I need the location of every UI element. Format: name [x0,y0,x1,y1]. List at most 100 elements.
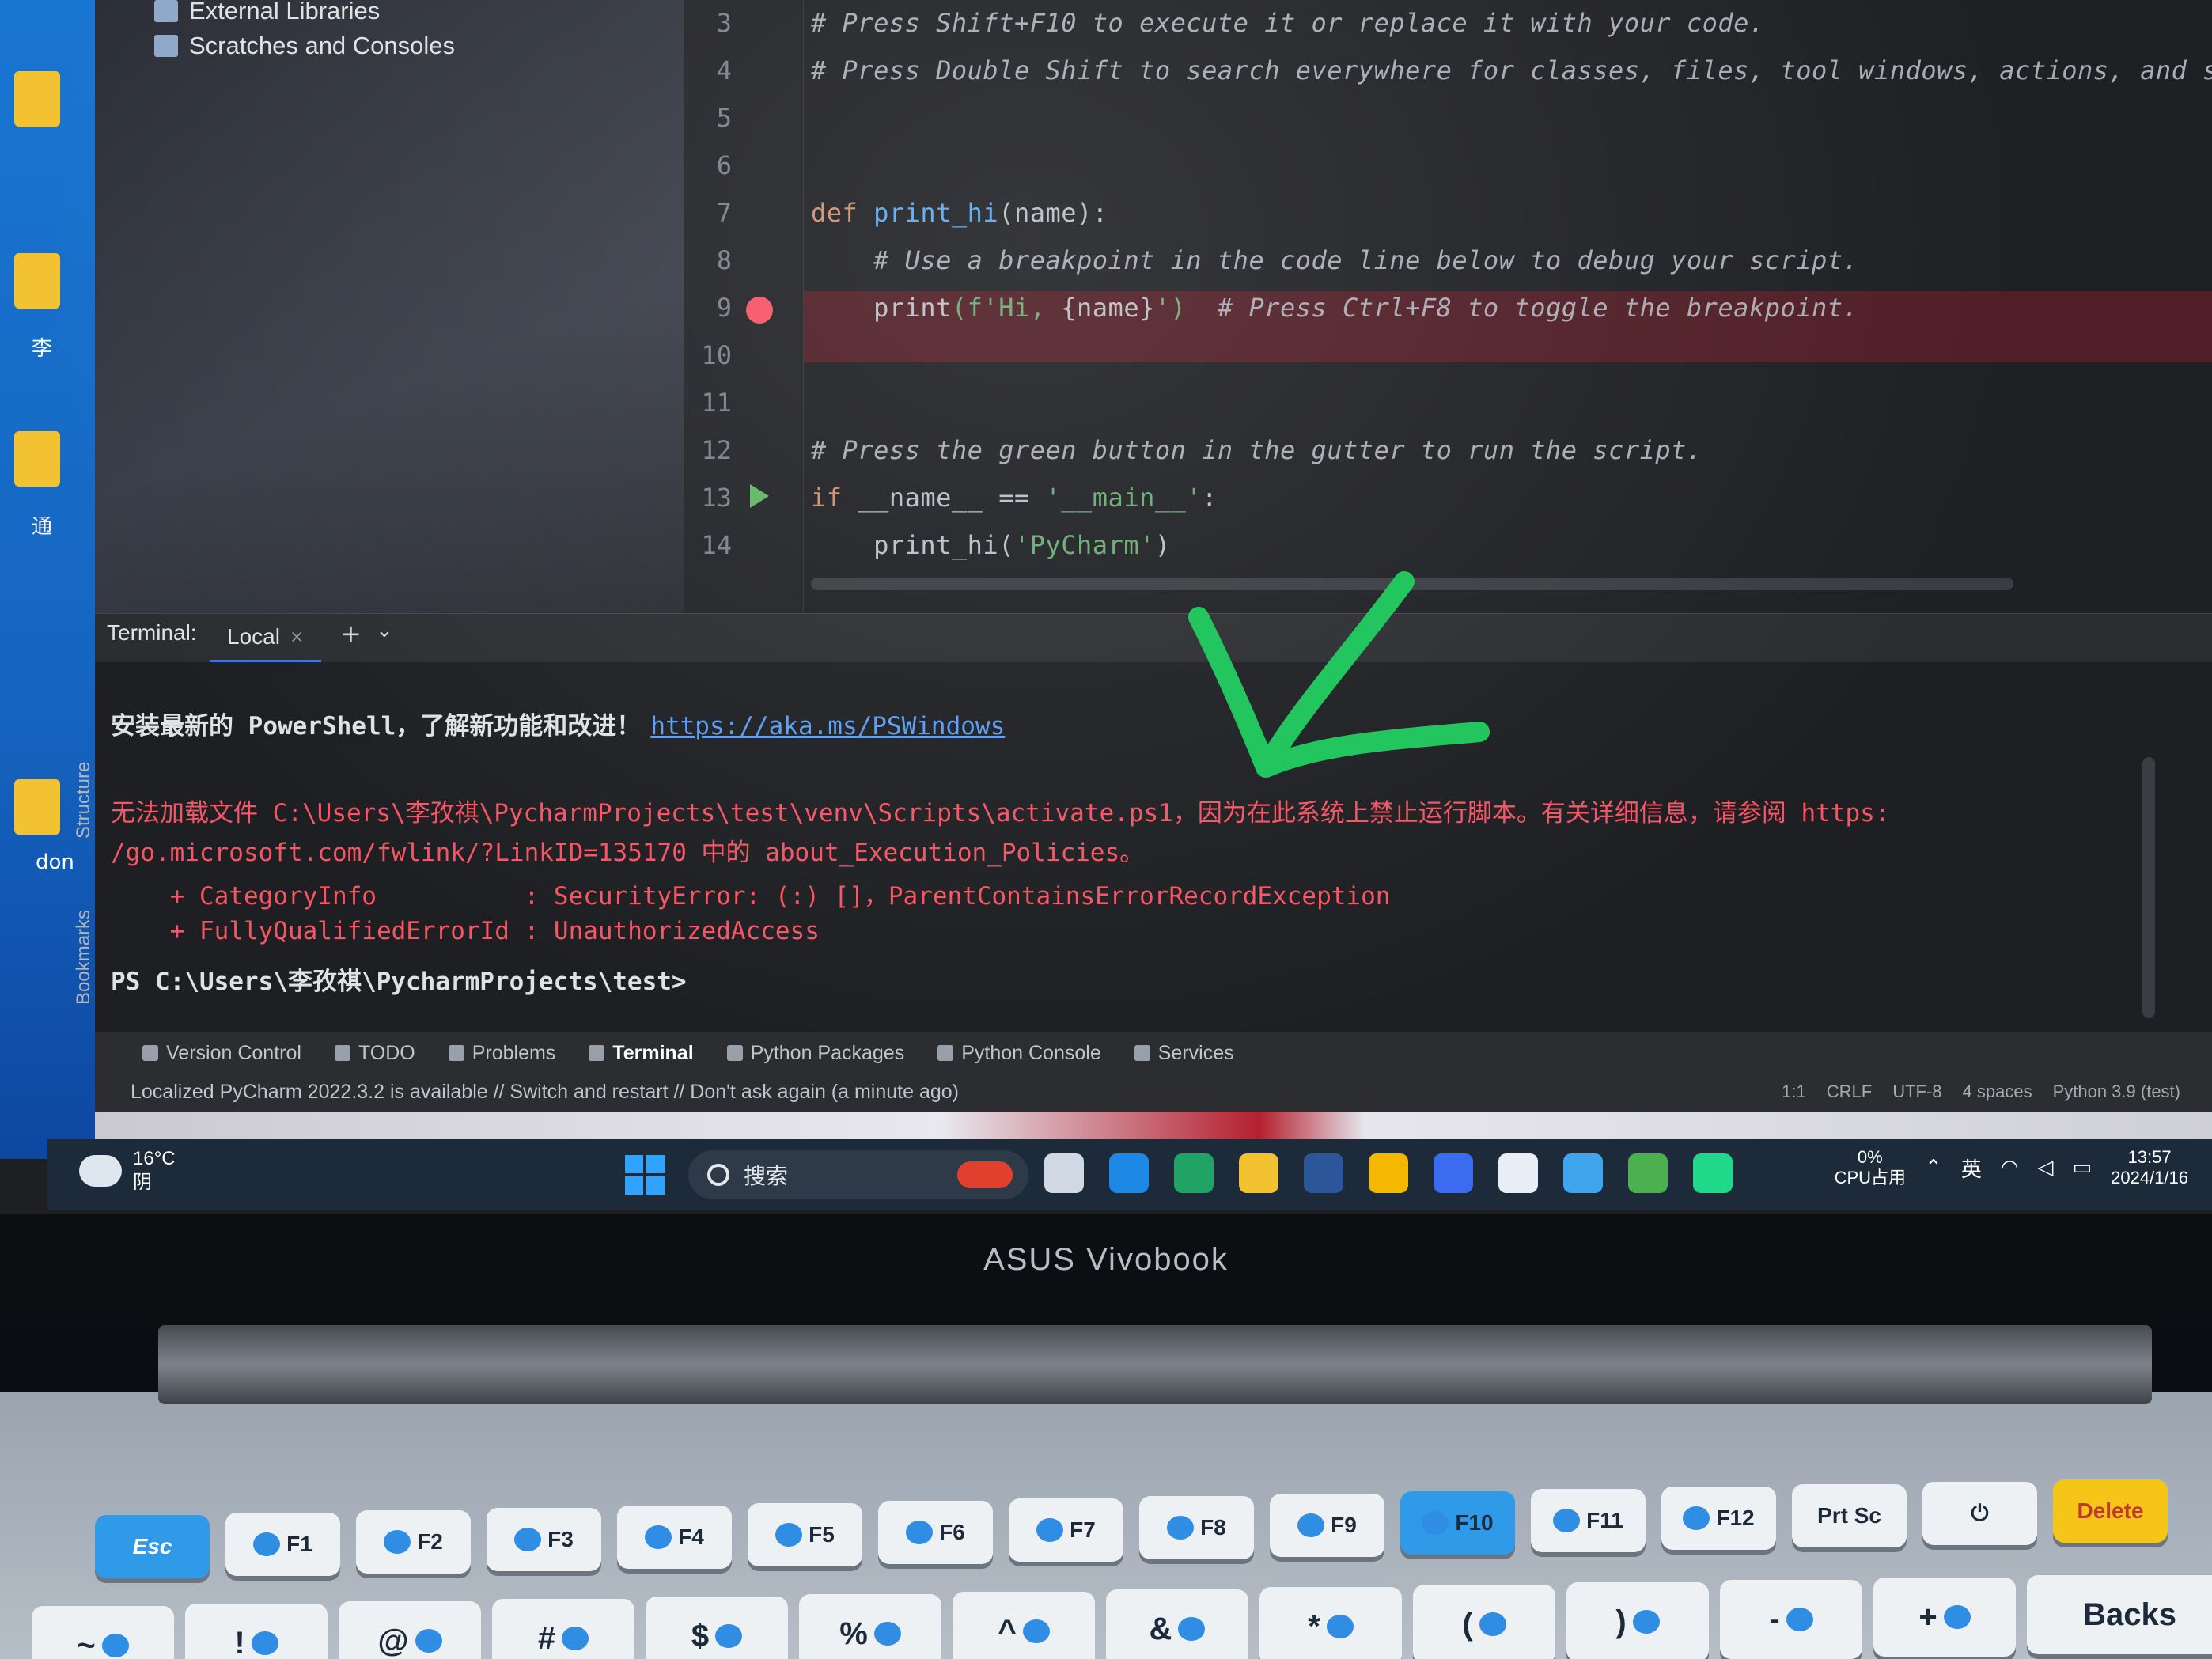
key-f8: F8 [1139,1496,1254,1559]
status-message[interactable]: Localized PyCharm 2022.3.2 is available … [131,1081,959,1104]
key-label: Esc [132,1534,172,1559]
key-f12: F12 [1661,1487,1776,1550]
chevron-up-icon[interactable]: ⌃ [1925,1156,1942,1180]
wifi-icon[interactable]: ◠ [2001,1156,2019,1180]
tool-window-python-packages[interactable]: Python Packages [726,1042,904,1065]
key-row2: % [799,1594,941,1659]
taskbar-app-icon[interactable] [1044,1153,1084,1193]
key-label: F6 [939,1520,965,1544]
code-line[interactable]: if __name__ == '__main__': [811,483,1218,513]
doraemon-sticker-icon [251,1631,278,1655]
speaker-icon[interactable]: ◁ [2038,1156,2054,1180]
run-gutter-icon[interactable] [750,484,769,508]
tool-window-python-console[interactable]: Python Console [937,1042,1101,1065]
taskbar-app-icon[interactable] [1628,1153,1668,1193]
tool-window-terminal[interactable]: Terminal [589,1042,694,1065]
doraemon-sticker-icon [1479,1612,1506,1636]
key-label: F12 [1716,1506,1755,1530]
tool-window-todo[interactable]: TODO [334,1042,415,1065]
tree-item-external-libraries[interactable]: External Libraries [154,0,380,25]
code-token: # Press the green button in the gutter t… [811,435,1703,465]
tree-item-label: Scratches and Consoles [189,32,456,59]
line-separator[interactable]: CRLF [1827,1081,1872,1102]
line-number: 4 [716,55,732,85]
code-line[interactable]: # Press the green button in the gutter t… [811,435,1703,465]
caret-position[interactable]: 1:1 [1782,1081,1806,1102]
side-tab-bookmarks[interactable]: Bookmarks [73,910,95,1005]
side-tab-structure[interactable]: Structure [73,762,95,839]
taskbar-app-icon[interactable] [1304,1153,1343,1193]
terminal-link[interactable]: https://aka.ms/PSWindows [650,712,1005,740]
code-line[interactable]: # Press Shift+F10 to execute it or repla… [811,8,1765,38]
cpu-widget[interactable]: 0% CPU占用 [1835,1147,1906,1188]
code-line[interactable]: print_hi('PyCharm') [811,530,1171,560]
code-line[interactable]: # Use a breakpoint in the code line belo… [811,245,1858,275]
key-label: Delete [2077,1498,2144,1523]
code-token: __name__ == [858,483,1046,513]
desktop-folder-icon[interactable] [14,431,60,487]
indent-setting[interactable]: 4 spaces [1963,1081,2032,1102]
side-tool-tabs: Structure Bookmarks [73,744,104,1028]
doraemon-sticker-icon [1167,1516,1195,1540]
terminal-line: + FullyQualifiedErrorId : UnauthorizedAc… [111,917,820,945]
python-interpreter[interactable]: Python 3.9 (test) [2053,1081,2180,1102]
doraemon-sticker-icon [1022,1619,1050,1643]
clock[interactable]: 13:57 2024/1/16 [2111,1147,2188,1188]
file-encoding[interactable]: UTF-8 [1892,1081,1941,1102]
code-line[interactable]: print(f'Hi, {name}') # Press Ctrl+F8 to … [811,293,1858,323]
battery-icon[interactable]: ▭ [2073,1156,2093,1180]
input-method-indicator[interactable]: 英 [1961,1153,1982,1183]
code-token: # Use a breakpoint in the code line belo… [811,245,1859,275]
taskbar-search-box[interactable]: 搜索 [688,1150,1028,1199]
key-f7: F7 [1009,1498,1123,1562]
code-line[interactable]: def print_hi(name): [811,198,1108,228]
scratches-icon [154,35,178,57]
tool-window-problems[interactable]: Problems [448,1042,555,1065]
key-f2: F2 [356,1510,471,1574]
line-number: 8 [716,245,732,275]
doraemon-sticker-icon [645,1525,672,1549]
terminal-output[interactable]: 安装最新的 PowerShell，了解新功能和改进！ https://aka.ms… [95,662,2212,1032]
tab-local[interactable]: Local × [210,614,322,663]
key-label: F9 [1331,1513,1357,1537]
line-number: 10 [701,340,732,370]
line-number: 12 [701,435,732,465]
key-f3: F3 [487,1508,601,1571]
breakpoint-icon[interactable] [746,297,773,324]
tool-window-version-control[interactable]: Version Control [142,1042,301,1065]
editor-horizontal-scrollbar[interactable] [811,578,2013,590]
taskbar-app-icon[interactable] [1369,1153,1408,1193]
editor-gutter[interactable]: 3 4 5 6 7 8 9 10 11 12 13 14 [684,0,804,613]
desktop-folder-icon[interactable] [14,253,60,309]
tool-window-services[interactable]: Services [1134,1042,1234,1065]
taskbar-app-icon[interactable] [1498,1153,1538,1193]
key-label: F1 [286,1532,312,1556]
code-line[interactable]: # Press Double Shift to search everywher… [811,55,2212,85]
tool-window-bar: Version Control TODO Problems Terminal Pytho… [95,1032,2212,1074]
windows-start-icon[interactable] [625,1155,665,1195]
tree-item-scratches[interactable]: Scratches and Consoles [154,32,455,60]
terminal-scrollbar[interactable] [2142,757,2155,1018]
taskbar-app-icon[interactable] [1109,1153,1149,1193]
taskbar-app-icon[interactable] [1239,1153,1278,1193]
weather-widget[interactable]: 16°C 阴 [79,1147,176,1195]
doraemon-sticker-icon [562,1627,589,1650]
desktop-folder-icon[interactable] [14,71,60,127]
key-f5: F5 [748,1503,862,1566]
key-row2: & [1106,1589,1248,1659]
taskbar-app-icon[interactable] [1693,1153,1733,1193]
chevron-down-icon[interactable]: ⌄ [376,619,393,642]
tool-window-icon [937,1045,954,1061]
taskbar-app-icon[interactable] [1563,1153,1603,1193]
plus-icon[interactable]: + [340,619,362,649]
tool-window-icon [726,1045,743,1061]
search-icon [707,1164,729,1186]
taskbar-app-icon[interactable] [1434,1153,1473,1193]
line-number: 13 [701,483,732,513]
taskbar-app-icon[interactable] [1174,1153,1214,1193]
close-icon[interactable]: × [290,627,304,647]
code-editor[interactable]: 3 4 5 6 7 8 9 10 11 12 13 14 # Press Shift+F10 to e… [684,0,2212,613]
line-number: 9 [716,293,732,323]
desktop-folder-icon[interactable] [14,779,60,835]
line-number: 6 [716,150,732,180]
